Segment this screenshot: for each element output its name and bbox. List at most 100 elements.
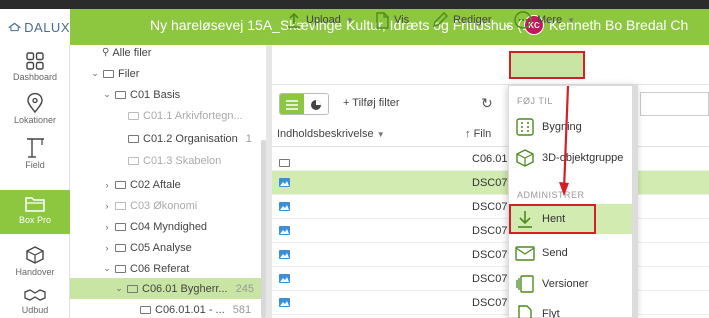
tree-all-files[interactable]: ⚲ Alle filer xyxy=(102,42,262,63)
dashboard-icon xyxy=(26,52,44,70)
nav-box-pro-label: Box Pro xyxy=(18,215,51,225)
folder-icon xyxy=(25,197,45,212)
folder-icon xyxy=(128,111,139,120)
caret-down-icon: ▼ xyxy=(376,130,385,139)
mere-label: Mere xyxy=(537,14,563,26)
chevron-down-icon[interactable]: ⌄ xyxy=(102,89,112,100)
tree-item-label: C01.2 Organisation xyxy=(143,132,238,145)
menu-item-versioner[interactable]: Versioner xyxy=(509,269,635,299)
add-filter-button[interactable]: + Tilføj filter xyxy=(343,97,400,109)
folder-icon xyxy=(103,69,114,78)
table-row[interactable]: C06.01. xyxy=(272,147,709,171)
cube-icon xyxy=(516,149,534,167)
folder-icon xyxy=(140,305,151,314)
house-icon xyxy=(8,22,21,32)
menu-item-label: Flyt xyxy=(542,308,560,318)
table-row[interactable]: DSC075 xyxy=(272,171,709,195)
menu-scrollbar[interactable] xyxy=(632,85,638,318)
add-filter-label: Tilføj filter xyxy=(352,97,400,109)
tree-item-c02[interactable]: › C02 Aftale xyxy=(102,174,262,195)
nav-udbud-label: Udbud xyxy=(21,305,49,315)
nav-field[interactable]: Field xyxy=(0,131,70,171)
tree-item-label: C06.01 Bygherr... xyxy=(142,282,228,295)
col-description[interactable]: Indholdsbeskrivelse ▼ xyxy=(277,128,385,140)
folder-icon xyxy=(115,90,126,99)
upload-button[interactable]: Upload ▼ xyxy=(287,0,354,40)
nav-field-label: Field xyxy=(25,160,45,170)
tree-item-c01-1[interactable]: C01.1 Arkivfortegn... xyxy=(128,105,262,126)
list-view-icon[interactable] xyxy=(280,94,304,114)
tree-item-c03[interactable]: › C03 Økonomi xyxy=(102,195,262,216)
tree-item-c01-3[interactable]: C01.3 Skabelon xyxy=(128,150,262,171)
refresh-icon[interactable]: ↻ xyxy=(481,95,493,112)
chevron-right-icon[interactable]: › xyxy=(102,222,112,232)
nav-udbud[interactable]: Udbud xyxy=(0,282,70,318)
chevron-down-icon[interactable]: ⌄ xyxy=(114,283,124,294)
mere-button[interactable]: Mere ▼ xyxy=(514,0,575,40)
table-row[interactable]: DSC075 xyxy=(272,243,709,267)
tree-item-c01-2[interactable]: C01.2 Organisation 1 xyxy=(128,128,262,149)
tree-item-label: C06.01.01 - ... xyxy=(155,303,225,316)
nav-box-pro[interactable]: Box Pro xyxy=(0,190,70,234)
folder-icon xyxy=(115,201,126,210)
more-dots-icon xyxy=(514,11,532,29)
tree-item-c06-01-01[interactable]: C06.01.01 - ... 581 xyxy=(140,299,262,318)
pencil-icon xyxy=(433,12,448,27)
tree-all-files-label: Alle filer xyxy=(112,46,152,59)
dalux-logo[interactable]: DALUX xyxy=(0,9,70,45)
tree-item-label: C06 Referat xyxy=(130,262,190,275)
tree-item-label: Filer xyxy=(118,67,140,80)
caret-down-icon: ▼ xyxy=(567,15,575,25)
file-count: 581 xyxy=(232,303,252,316)
crane-icon xyxy=(27,138,44,158)
menu-item-label: Send xyxy=(542,247,568,259)
chevron-down-icon[interactable]: ⌄ xyxy=(503,17,513,31)
view-toggle[interactable] xyxy=(279,93,329,115)
chart-view-icon[interactable] xyxy=(304,94,328,114)
tree-item-label: C04 Myndighed xyxy=(130,220,208,233)
menu-item-send[interactable]: Send xyxy=(509,238,635,268)
tree-item-c06-01[interactable]: ⌄ C06.01 Bygherr... 245 xyxy=(70,278,262,299)
nav-dashboard[interactable]: Dashboard xyxy=(0,47,70,87)
search-input[interactable] xyxy=(640,92,709,116)
table-row[interactable]: DSC075 xyxy=(272,291,709,315)
chevron-down-icon[interactable]: ⌄ xyxy=(102,263,112,274)
col-filename[interactable]: ↑ Filn xyxy=(465,128,491,140)
nav-handover[interactable]: Handover xyxy=(0,240,70,280)
folder-icon xyxy=(279,154,290,172)
table-row[interactable]: DSC075 xyxy=(272,195,709,219)
tree-item-c06[interactable]: ⌄ C06 Referat xyxy=(102,258,262,279)
top-strip xyxy=(0,0,709,9)
chevron-right-icon[interactable]: › xyxy=(102,201,112,211)
tree-item-c01[interactable]: ⌄ C01 Basis xyxy=(102,84,262,105)
tree-item-filer[interactable]: ⌄ Filer xyxy=(90,63,262,84)
vis-button[interactable]: Vis xyxy=(375,0,409,40)
toolbar xyxy=(272,45,709,85)
table-row[interactable]: DSC075 xyxy=(272,267,709,291)
upload-label: Upload xyxy=(306,14,341,26)
image-icon xyxy=(279,178,290,187)
tree-item-c04[interactable]: › C04 Myndighed xyxy=(102,216,262,237)
image-icon xyxy=(279,202,290,211)
folder-icon xyxy=(115,264,126,273)
box-icon xyxy=(26,246,44,264)
file-count: 1 xyxy=(245,132,252,145)
move-icon xyxy=(518,305,532,318)
folder-icon xyxy=(128,156,139,165)
nav-handover-label: Handover xyxy=(15,267,55,277)
logo-text: DALUX xyxy=(24,19,70,35)
app-root: DALUX Ny hareløsevej 15A_Skævinge Kultur… xyxy=(0,0,709,318)
menu-item-flyt[interactable]: Flyt xyxy=(509,299,635,318)
chevron-down-icon[interactable]: ⌄ xyxy=(90,68,100,79)
chevron-right-icon[interactable]: › xyxy=(102,243,112,253)
tree-item-c05[interactable]: › C05 Analyse xyxy=(102,237,262,258)
col-description-label: Indholdsbeskrivelse xyxy=(277,128,374,140)
file-count: 245 xyxy=(235,282,254,295)
menu-item-label: Versioner xyxy=(542,278,589,290)
table-row[interactable]: DSC075 xyxy=(272,219,709,243)
rediger-button[interactable]: Rediger xyxy=(432,0,492,40)
tree-item-label: C02 Aftale xyxy=(130,178,181,191)
chevron-right-icon[interactable]: › xyxy=(102,180,112,190)
tree-item-label: C01.1 Arkivfortegn... xyxy=(143,109,243,122)
nav-lokationer[interactable]: Lokationer xyxy=(0,88,70,128)
